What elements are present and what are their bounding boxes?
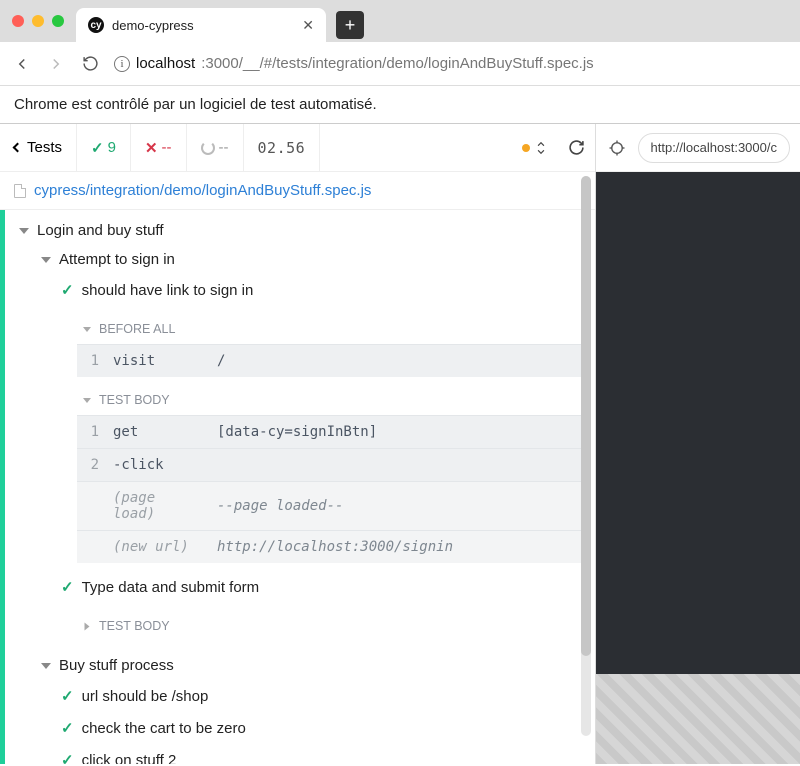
tests-back-button[interactable]: Tests <box>0 124 77 171</box>
aut-panel: http://localhost:3000/c <box>596 124 800 764</box>
caret-right-icon <box>85 622 90 630</box>
caret-down-icon <box>83 398 91 403</box>
close-window-button[interactable] <box>12 15 24 27</box>
address-bar: i localhost :3000/__/#/tests/integration/… <box>0 42 800 86</box>
check-icon <box>61 687 74 705</box>
caret-down-icon <box>83 327 91 332</box>
check-icon <box>61 719 74 737</box>
check-icon <box>91 139 104 157</box>
scrollbar-thumb[interactable] <box>581 176 591 656</box>
selector-playground-button[interactable] <box>606 137 628 159</box>
minimize-window-button[interactable] <box>32 15 44 27</box>
check-icon <box>61 281 74 299</box>
reporter-panel: Tests 9 -- -- 02.56 <box>0 124 596 764</box>
file-icon <box>14 184 26 198</box>
pending-icon <box>201 141 215 155</box>
reload-button[interactable] <box>80 54 100 74</box>
restart-button[interactable] <box>558 124 595 171</box>
duration: 02.56 <box>244 124 321 171</box>
hook-before-all-header[interactable]: BEFORE ALL <box>77 314 581 344</box>
aut-url-field[interactable]: http://localhost:3000/c <box>638 133 790 163</box>
favicon: cy <box>88 17 104 33</box>
window-controls <box>0 0 76 42</box>
x-icon <box>145 139 158 157</box>
caret-down-icon <box>41 663 51 669</box>
pending-count[interactable]: -- <box>187 124 244 171</box>
url-host: localhost <box>136 55 195 72</box>
test-body-header-collapsed[interactable]: TEST BODY <box>77 611 581 641</box>
new-tab-button[interactable]: + <box>336 11 364 39</box>
forward-button[interactable] <box>46 54 66 74</box>
caret-down-icon <box>19 228 29 234</box>
command-row-meta[interactable]: (new url) http://localhost:3000/signin <box>77 530 581 563</box>
test-should-have-link[interactable]: should have link to sign in <box>5 274 595 306</box>
url-path: :3000/__/#/tests/integration/demo/loginA… <box>201 55 593 72</box>
context-attempt-sign-in[interactable]: Attempt to sign in <box>5 245 595 274</box>
back-button[interactable] <box>12 54 32 74</box>
reporter-header: Tests 9 -- -- 02.56 <box>0 124 595 172</box>
viewport-indicator[interactable] <box>512 124 558 171</box>
command-row[interactable]: 1 get [data-cy=signInBtn] <box>77 415 581 448</box>
suite-login-and-buy-stuff[interactable]: Login and buy stuff <box>5 216 595 245</box>
aut-overflow-area <box>596 674 800 764</box>
browser-tab[interactable]: cy demo-cypress ✕ <box>76 8 326 42</box>
chevron-left-icon <box>13 143 23 153</box>
aut-iframe[interactable] <box>596 172 800 764</box>
tests-label: Tests <box>27 139 62 156</box>
tab-title: demo-cypress <box>112 18 294 33</box>
site-info-icon[interactable]: i <box>114 56 130 72</box>
command-log[interactable]: Login and buy stuff Attempt to sign in s… <box>0 210 595 764</box>
caret-down-icon <box>41 257 51 263</box>
url-field[interactable]: i localhost :3000/__/#/tests/integration/… <box>114 55 788 72</box>
test-row[interactable]: check the cart to be zero <box>5 712 595 744</box>
test-body-header[interactable]: TEST BODY <box>77 385 581 415</box>
maximize-window-button[interactable] <box>52 15 64 27</box>
spec-file-path[interactable]: cypress/integration/demo/loginAndBuyStuf… <box>0 172 595 210</box>
test-type-data-submit[interactable]: Type data and submit form <box>5 571 595 603</box>
test-row[interactable]: url should be /shop <box>5 680 595 712</box>
automation-banner: Chrome est contrôlé par un logiciel de t… <box>0 86 800 124</box>
check-icon <box>61 578 74 596</box>
check-icon <box>61 751 74 764</box>
test-row[interactable]: click on stuff 2 <box>5 744 595 764</box>
command-row[interactable]: 2 -click <box>77 448 581 481</box>
passed-count[interactable]: 9 <box>77 124 131 171</box>
close-tab-icon[interactable]: ✕ <box>302 17 314 34</box>
browser-tabstrip: cy demo-cypress ✕ + <box>0 0 800 42</box>
command-row-meta[interactable]: (page load) --page loaded-- <box>77 481 581 530</box>
failed-count[interactable]: -- <box>131 124 187 171</box>
command-row[interactable]: 1 visit / <box>77 344 581 377</box>
context-buy-stuff-process[interactable]: Buy stuff process <box>5 651 595 680</box>
status-dot-icon <box>522 144 530 152</box>
